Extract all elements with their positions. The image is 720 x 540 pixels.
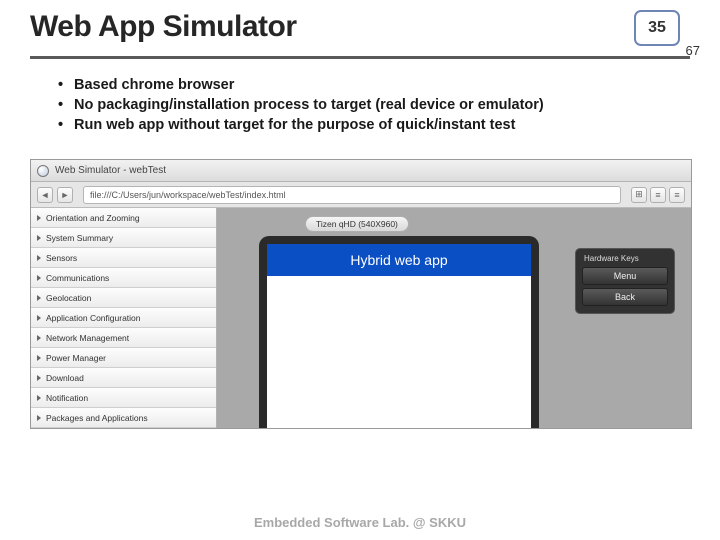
hardware-keys-title: Hardware Keys — [584, 254, 668, 263]
hardware-keys-panel: Hardware Keys Menu Back — [575, 248, 675, 314]
tool-icon[interactable]: ≡ — [650, 187, 666, 203]
device-selector[interactable]: Tizen qHD (540X960) — [305, 216, 409, 232]
sidebar-item[interactable]: Power Manager — [31, 348, 216, 368]
device-screen: Hybrid web app — [267, 244, 531, 428]
menu-button[interactable]: Menu — [582, 267, 668, 285]
page-current: 35 — [634, 10, 680, 46]
slide-title: Web App Simulator — [30, 10, 297, 44]
sidebar-item[interactable]: Orientation and Zooming — [31, 208, 216, 228]
chevron-right-icon — [37, 335, 41, 341]
chevron-right-icon — [37, 215, 41, 221]
sidebar-item[interactable]: Notification — [31, 388, 216, 408]
simulator-screenshot: Web Simulator - webTest ◄ ► file:///C:/U… — [30, 159, 692, 429]
chevron-right-icon — [37, 275, 41, 281]
sidebar-item[interactable]: Sensors — [31, 248, 216, 268]
device-preview-area: Tizen qHD (540X960) Hybrid web app Hardw… — [217, 208, 691, 428]
chevron-right-icon — [37, 295, 41, 301]
page-total: 67 — [686, 43, 700, 58]
device-frame: Hybrid web app — [259, 236, 539, 428]
bullet-item: No packaging/installation process to tar… — [58, 97, 690, 113]
page-indicator: 35 67 — [634, 10, 694, 54]
bullet-item: Based chrome browser — [58, 77, 690, 93]
sidebar-item[interactable]: System Summary — [31, 228, 216, 248]
back-button[interactable]: Back — [582, 288, 668, 306]
sidebar-item[interactable]: Geolocation — [31, 288, 216, 308]
sidebar-item[interactable]: Application Configuration — [31, 308, 216, 328]
app-header: Hybrid web app — [267, 244, 531, 276]
bullet-item: Run web app without target for the purpo… — [58, 117, 690, 133]
window-title: Web Simulator - webTest — [55, 165, 166, 176]
url-bar[interactable]: file:///C:/Users/jun/workspace/webTest/i… — [83, 186, 621, 204]
sidebar-item[interactable]: Communications — [31, 268, 216, 288]
sidebar-item[interactable]: Network Management — [31, 328, 216, 348]
sidebar-item[interactable]: Packages and Applications — [31, 408, 216, 428]
window-titlebar: Web Simulator - webTest — [31, 160, 691, 182]
tool-icon[interactable]: ⊞ — [631, 187, 647, 203]
browser-toolbar: ◄ ► file:///C:/Users/jun/workspace/webTe… — [31, 182, 691, 208]
chevron-right-icon — [37, 395, 41, 401]
chevron-right-icon — [37, 235, 41, 241]
back-icon[interactable]: ◄ — [37, 187, 53, 203]
favicon-icon — [37, 165, 49, 177]
simulator-sidebar: Orientation and Zooming System Summary S… — [31, 208, 217, 428]
bullet-list: Based chrome browser No packaging/instal… — [58, 77, 690, 133]
chevron-right-icon — [37, 415, 41, 421]
chevron-right-icon — [37, 355, 41, 361]
chevron-right-icon — [37, 315, 41, 321]
footer-text: Embedded Software Lab. @ SKKU — [0, 515, 720, 530]
sidebar-item[interactable]: Download — [31, 368, 216, 388]
tool-icon[interactable]: ≡ — [669, 187, 685, 203]
forward-icon[interactable]: ► — [57, 187, 73, 203]
chevron-right-icon — [37, 375, 41, 381]
chevron-right-icon — [37, 255, 41, 261]
